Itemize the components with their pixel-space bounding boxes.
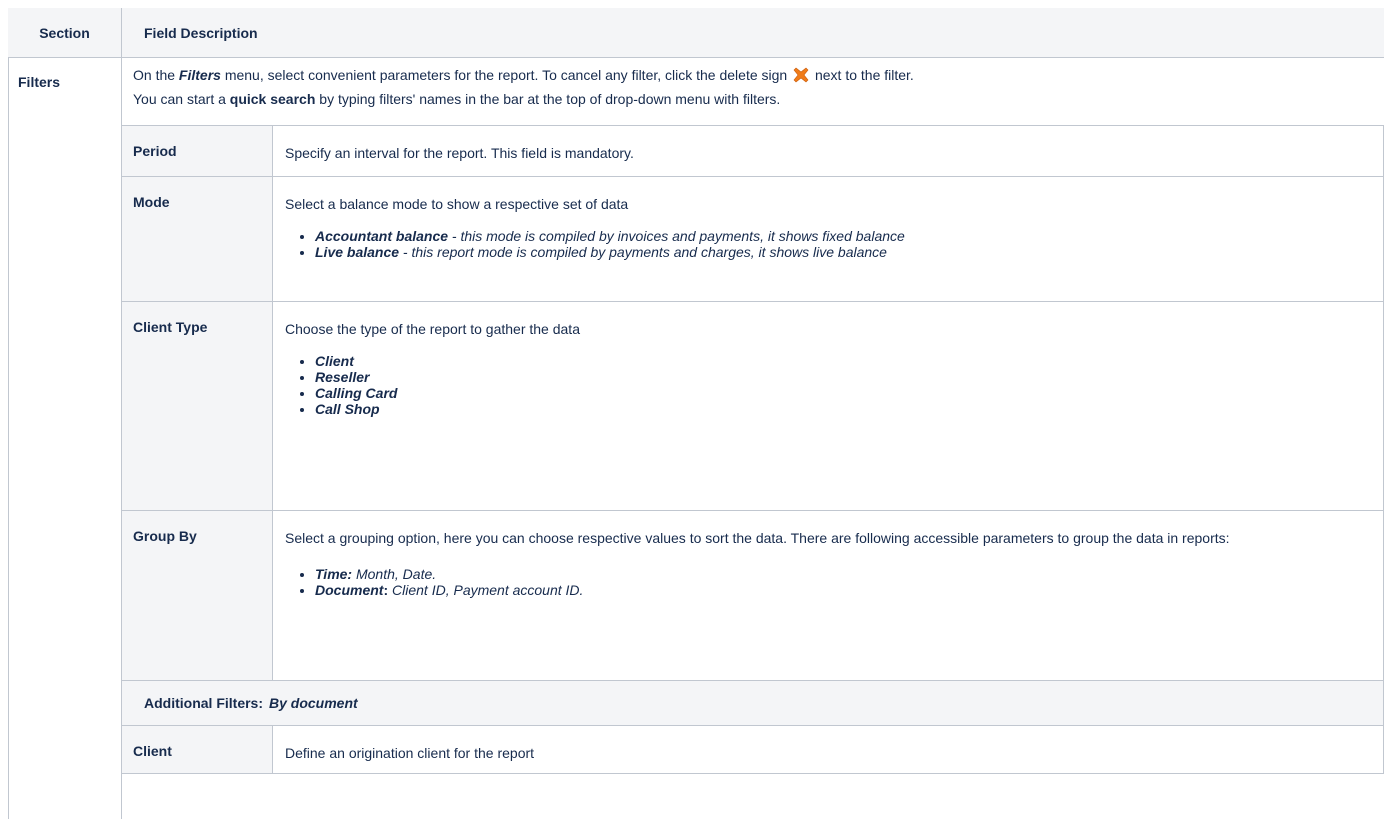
list-item: Client: [315, 353, 1383, 369]
list-item: Reseller: [315, 369, 1383, 385]
section-filters-label: Filters: [18, 74, 61, 90]
header-field-description: Field Description: [122, 8, 1384, 58]
divider: [122, 773, 1384, 774]
row-client-type: Client Type Choose the type of the repor…: [122, 301, 1384, 510]
list-item: Accountant balance - this mode is compil…: [315, 228, 1383, 244]
additional-filters-row: Additional Filters: By document: [122, 680, 1384, 725]
additional-filters-value: By document: [269, 695, 358, 711]
row-mode-desc: Select a balance mode to show a respecti…: [274, 177, 1384, 301]
row-group-by: Group By Select a grouping option, here …: [122, 510, 1384, 680]
filters-intro-line-2: You can start a quick search by typing f…: [133, 91, 781, 107]
row-group-by-desc: Select a grouping option, here you can c…: [274, 511, 1384, 680]
row-period-desc: Specify an interval for the report. This…: [274, 126, 1384, 176]
quick-search-term: quick search: [229, 91, 316, 107]
section-column: Filters: [8, 58, 122, 819]
filters-menu-name: Filters: [178, 67, 221, 83]
list-item: Calling Card: [315, 385, 1383, 401]
row-client: Client Define an origination client for …: [122, 725, 1384, 773]
row-client-type-desc: Choose the type of the report to gather …: [274, 302, 1384, 510]
filters-intro-line-1: On the Filters menu, select convenient p…: [133, 67, 914, 83]
filters-intro: On the Filters menu, select convenient p…: [133, 64, 914, 110]
delete-sign-icon: [793, 67, 809, 83]
row-mode: Mode Select a balance mode to show a res…: [122, 176, 1384, 301]
row-client-type-label: Client Type: [122, 302, 273, 510]
list-item: Time: Month, Date.: [315, 566, 1383, 582]
list-item: Call Shop: [315, 401, 1383, 417]
header-section: Section: [8, 8, 122, 58]
row-group-by-label: Group By: [122, 511, 273, 680]
list-item: Live balance - this report mode is compi…: [315, 244, 1383, 260]
row-period: Period Specify an interval for the repor…: [122, 125, 1384, 176]
row-mode-label: Mode: [122, 177, 273, 301]
row-period-label: Period: [122, 126, 273, 176]
list-item: Document: Client ID, Payment account ID.: [315, 582, 1383, 598]
row-client-desc: Define an origination client for the rep…: [274, 726, 1384, 773]
row-client-label: Client: [122, 726, 273, 773]
additional-filters-label: Additional Filters:: [144, 695, 263, 711]
